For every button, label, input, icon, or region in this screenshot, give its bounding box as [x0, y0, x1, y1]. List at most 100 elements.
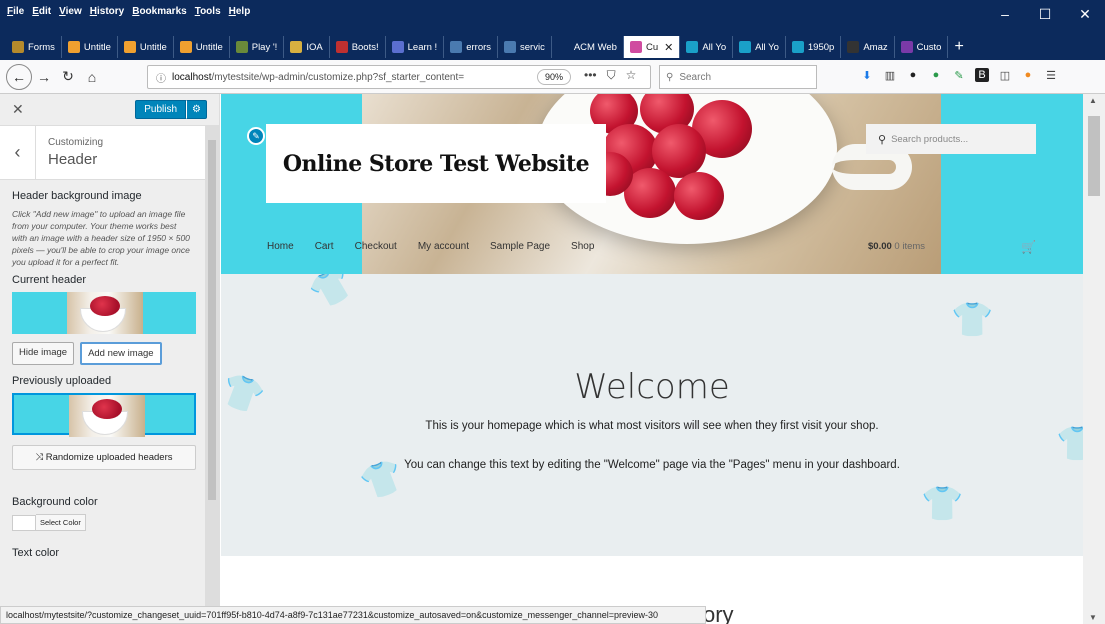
- tab[interactable]: errors: [444, 36, 499, 58]
- url-host: localhost: [172, 71, 212, 83]
- extension-badge-icon[interactable]: B: [975, 68, 989, 82]
- bookmark-star-icon[interactable]: ☆: [626, 68, 637, 83]
- tab[interactable]: Untitle: [174, 36, 230, 58]
- nav-my-account[interactable]: My account: [418, 241, 469, 252]
- scroll-down-icon[interactable]: ▼: [1089, 613, 1097, 622]
- nav-sample-page[interactable]: Sample Page: [490, 241, 550, 252]
- scrollbar-thumb[interactable]: [208, 140, 216, 500]
- background-color-picker[interactable]: Select Color: [12, 514, 193, 531]
- tab[interactable]: IOA: [284, 36, 330, 58]
- tab[interactable]: Custo: [895, 36, 949, 58]
- extension-ghostery-icon[interactable]: ●: [906, 68, 920, 82]
- close-tab-icon[interactable]: ✕: [664, 41, 673, 54]
- close-window-button[interactable]: ✕: [1065, 6, 1105, 23]
- library-icon[interactable]: ▥: [883, 68, 897, 82]
- tab[interactable]: Cu ✕: [623, 36, 681, 58]
- scroll-up-icon[interactable]: ▲: [1089, 96, 1097, 105]
- search-icon: ⚲: [878, 133, 887, 146]
- new-tab-button[interactable]: +: [954, 38, 963, 56]
- basket-icon[interactable]: 🛒: [1021, 240, 1036, 254]
- tab-favicon-icon: [12, 41, 24, 53]
- tab[interactable]: All Yo: [680, 36, 734, 58]
- current-header-thumbnail: [12, 292, 196, 334]
- tab[interactable]: Untitle: [118, 36, 174, 58]
- menu-file[interactable]: File: [7, 6, 24, 17]
- raspberries-shape: [92, 399, 122, 419]
- tab-label: IOA: [306, 41, 323, 53]
- menu-help[interactable]: Help: [229, 6, 251, 17]
- zoom-indicator[interactable]: 90%: [537, 69, 571, 85]
- tab-label: Untitle: [195, 41, 223, 53]
- uploaded-header-thumbnail[interactable]: [12, 393, 196, 437]
- shirt-illustration: 👕: [951, 301, 994, 339]
- extension-green-icon[interactable]: ●: [929, 68, 943, 82]
- menu-history[interactable]: History: [90, 6, 124, 17]
- home-icon[interactable]: ⌂: [80, 69, 104, 85]
- menu-tools[interactable]: Tools: [195, 6, 221, 17]
- scrollbar-thumb[interactable]: [1088, 116, 1100, 196]
- customizer-panel: ✕ Publish ⚙ ‹ Customizing Header Header …: [0, 94, 220, 624]
- tab[interactable]: Forms: [6, 36, 62, 58]
- tab[interactable]: Learn !: [386, 36, 445, 58]
- url-bar[interactable]: ⓘ localhost/mytestsite/wp-admin/customiz…: [147, 65, 651, 89]
- close-customizer-icon[interactable]: ✕: [12, 101, 24, 118]
- nav-cart[interactable]: Cart: [315, 241, 334, 252]
- extension-pencil-icon[interactable]: ✎: [952, 68, 966, 82]
- back-button[interactable]: ←: [6, 63, 32, 90]
- tab[interactable]: Amaz: [841, 36, 895, 58]
- sidebar-icon[interactable]: ◫: [998, 68, 1012, 82]
- cart-summary[interactable]: $0.00 0 items: [868, 241, 925, 252]
- menu-icon[interactable]: ☰: [1044, 68, 1058, 82]
- pocket-icon[interactable]: ⛉: [607, 68, 616, 83]
- publish-button[interactable]: Publish: [135, 100, 187, 119]
- extension-orange-icon[interactable]: ●: [1021, 68, 1035, 82]
- tab[interactable]: Play '!: [230, 36, 285, 58]
- reload-button[interactable]: ↻: [56, 68, 80, 85]
- customizer-titles: Customizing Header: [36, 137, 103, 168]
- menu-edit[interactable]: Edit: [32, 6, 51, 17]
- welcome-section: 👕 👕 👕 👕 👕 👕 Welcome This is your homepag…: [221, 274, 1083, 556]
- site-title[interactable]: Online Store Test Website: [283, 151, 590, 177]
- tab-label: Amaz: [863, 41, 888, 53]
- product-search-input[interactable]: ⚲ Search products...: [866, 124, 1036, 154]
- more-actions-icon[interactable]: •••: [584, 68, 597, 83]
- tab-label: 1950p: [807, 41, 835, 53]
- gear-icon[interactable]: ⚙: [186, 100, 207, 119]
- nav-home[interactable]: Home: [267, 241, 294, 252]
- chevron-left-icon[interactable]: ‹: [0, 125, 36, 180]
- tab[interactable]: servic: [498, 36, 552, 58]
- menu-bookmarks[interactable]: Bookmarks: [132, 6, 186, 17]
- search-bar[interactable]: ⚲ Search: [659, 65, 817, 89]
- forward-button[interactable]: →: [32, 69, 56, 85]
- tab[interactable]: Boots!: [330, 36, 386, 58]
- color-swatch[interactable]: [12, 514, 36, 531]
- add-new-image-button[interactable]: Add new image: [80, 342, 162, 365]
- download-icon[interactable]: ⬇: [860, 68, 874, 82]
- url-actions: ••• ⛉ ☆: [584, 68, 636, 83]
- menu-view[interactable]: View: [59, 6, 82, 17]
- cart-amount: $0.00: [868, 241, 892, 252]
- customizer-scrollbar[interactable]: [205, 126, 219, 624]
- tab-favicon-icon: [847, 41, 860, 53]
- randomize-headers-button[interactable]: ⤨ Randomize uploaded headers: [12, 445, 196, 470]
- hide-image-button[interactable]: Hide image: [12, 342, 75, 365]
- maximize-button[interactable]: ☐: [1025, 6, 1065, 23]
- preview-scrollbar[interactable]: ▲ ▼: [1083, 94, 1105, 624]
- shuffle-icon: ⤨: [35, 452, 46, 463]
- nav-shop[interactable]: Shop: [571, 241, 594, 252]
- status-bar: localhost/mytestsite/?customize_changese…: [0, 606, 706, 624]
- edit-shortcut-icon[interactable]: ✎: [247, 127, 265, 145]
- select-color-button[interactable]: Select Color: [36, 514, 86, 531]
- nav-checkout[interactable]: Checkout: [355, 241, 397, 252]
- info-icon[interactable]: ⓘ: [156, 70, 166, 85]
- tab[interactable]: Untitle: [62, 36, 118, 58]
- tab[interactable]: All Yo: [733, 36, 786, 58]
- minimize-button[interactable]: –: [985, 6, 1025, 23]
- background-color-label: Background color: [12, 496, 98, 508]
- customizer-body: Header background image Click "Add new i…: [0, 180, 219, 559]
- tab[interactable]: 1950p: [786, 36, 842, 58]
- tab[interactable]: ACM Web: [552, 36, 624, 58]
- welcome-text-1: This is your homepage which is what most…: [425, 420, 879, 432]
- search-icon: ⚲: [666, 71, 674, 83]
- tab-label: All Yo: [702, 41, 727, 53]
